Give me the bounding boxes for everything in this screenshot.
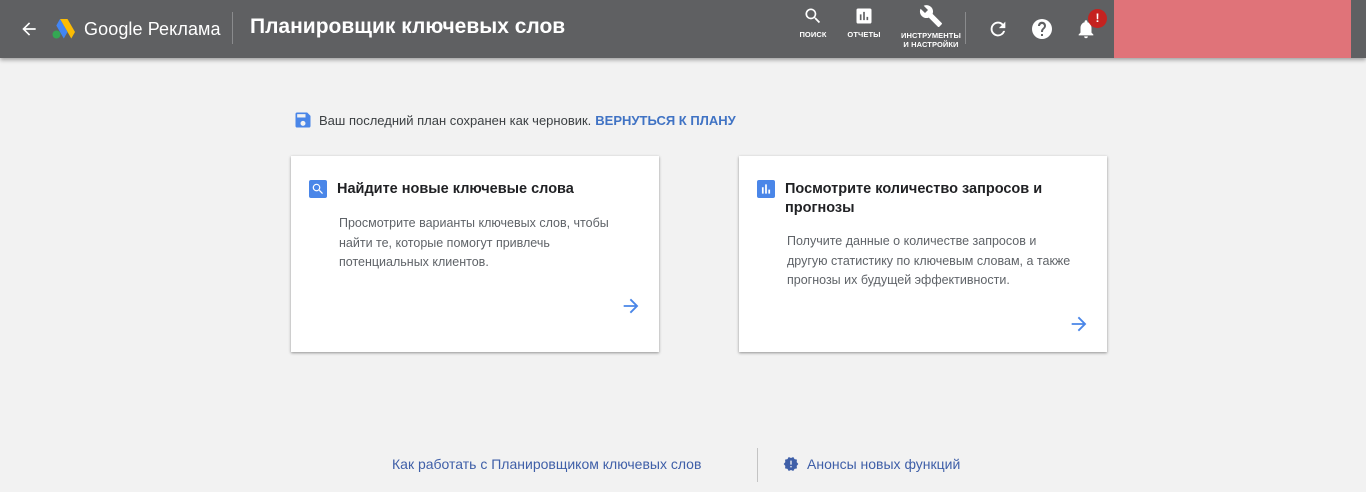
arrow-forward-icon[interactable] — [620, 295, 642, 317]
google-ads-logo[interactable]: Google Реклама — [52, 16, 221, 42]
search-icon — [309, 180, 327, 198]
find-keywords-card-header: Найдите новые ключевые слова — [309, 180, 637, 199]
refresh-button[interactable] — [985, 16, 1011, 42]
howto-link[interactable]: Как работать с Планировщиком ключевых сл… — [392, 456, 701, 472]
header-divider-right — [965, 12, 966, 44]
draft-notice: Ваш последний план сохранен как черновик… — [293, 110, 736, 130]
tools-settings-button[interactable]: ИНСТРУМЕНТЫ И НАСТРОЙКИ — [893, 4, 969, 49]
new-badge-icon — [783, 457, 799, 471]
title-line: Посмотрите количество запросов и — [785, 181, 1043, 197]
reports-tool-label: ОТЧЕТЫ — [847, 30, 881, 39]
tools-label-line2: И НАСТРОЙКИ — [903, 40, 959, 49]
description-line: прогнозы их будущей эффективности. — [787, 273, 1010, 287]
search-volume-card-header: Посмотрите количество запросов и прогноз… — [757, 180, 1085, 218]
description-line: потенциальных клиентов. — [339, 255, 489, 269]
account-area[interactable] — [1114, 0, 1351, 58]
description-line: Просмотрите варианты ключевых слов, чтоб… — [339, 216, 609, 230]
refresh-icon — [990, 21, 1006, 37]
find-keywords-card[interactable]: Найдите новые ключевые слова Просмотрите… — [291, 156, 659, 352]
tools-settings-label: ИНСТРУМЕНТЫ И НАСТРОЙКИ — [901, 31, 961, 49]
find-keywords-title: Найдите новые ключевые слова — [337, 181, 574, 197]
bar-chart-icon — [856, 8, 872, 24]
search-tool-label: ПОИСК — [799, 30, 827, 39]
search-volume-card[interactable]: Посмотрите количество запросов и прогноз… — [739, 156, 1107, 352]
description-line: найти те, которые помогут привлечь — [339, 235, 550, 250]
search-volume-title: Посмотрите количество запросов и прогноз… — [785, 180, 1085, 218]
header-divider — [232, 12, 233, 44]
help-icon — [1032, 19, 1052, 39]
new-features-label: Анонсы новых функций — [807, 456, 961, 472]
app-name: Google Реклама — [84, 18, 221, 39]
return-to-plan-link[interactable]: ВЕРНУТЬСЯ К ПЛАНУ — [595, 113, 735, 128]
description-line: другую статистику по ключевым словам, а … — [787, 253, 1071, 268]
search-volume-description: Получите данные о количестве запросов и … — [787, 232, 1097, 291]
title-line: прогнозы — [785, 200, 855, 216]
wrench-icon — [919, 5, 942, 27]
new-features-link[interactable]: Анонсы новых функций — [783, 456, 960, 472]
arrow-back-icon — [22, 22, 36, 36]
page-title: Планировщик ключевых слов — [250, 15, 566, 38]
bar-chart-icon — [757, 180, 775, 198]
arrow-forward-icon[interactable] — [1068, 313, 1090, 335]
save-icon — [295, 112, 311, 128]
footer-divider — [757, 448, 758, 482]
help-button[interactable] — [1029, 16, 1055, 42]
top-bar: Google Реклама Планировщик ключевых слов… — [0, 0, 1366, 58]
description-line: Получите данные о количестве запросов и — [787, 234, 1037, 248]
back-button[interactable] — [14, 14, 44, 44]
tools-label-line1: ИНСТРУМЕНТЫ — [901, 31, 961, 40]
draft-notice-text: Ваш последний план сохранен как черновик… — [319, 112, 592, 128]
notification-badge: ! — [1088, 9, 1107, 28]
find-keywords-description: Просмотрите варианты ключевых слов, чтоб… — [339, 214, 649, 273]
google-ads-logo-icon — [52, 19, 75, 39]
search-icon — [805, 8, 821, 24]
reports-tool-button[interactable]: ОТЧЕТЫ — [844, 6, 884, 39]
search-tool-button[interactable]: ПОИСК — [796, 6, 830, 39]
